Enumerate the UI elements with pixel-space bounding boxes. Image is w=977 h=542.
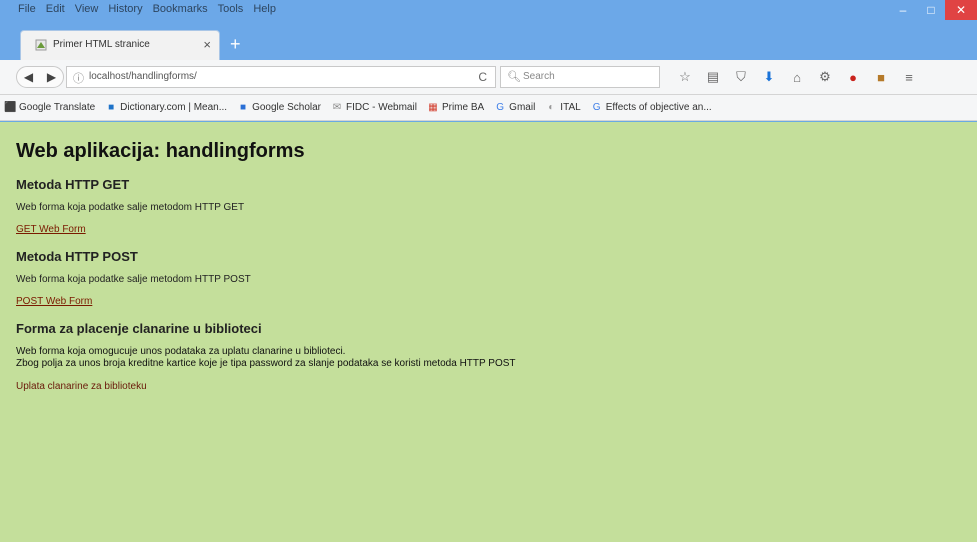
menu-edit[interactable]: Edit [46,3,65,15]
bookmark-item[interactable]: ■ Dictionary.com | Mean... [105,102,227,114]
scholar-icon: ■ [240,101,247,113]
home-icon[interactable]: ⌂ [788,68,806,86]
bookmark-item[interactable]: ◐ ITAL [545,102,580,114]
uplata-clanarine-link[interactable]: Uplata clanarine za biblioteku [16,381,147,392]
google-icon: G [496,101,505,113]
bookmark-label: Prime BA [441,102,485,113]
menu-tools[interactable]: Tools [218,3,244,15]
tab-active[interactable]: Primer HTML stranice × [20,30,220,60]
tab-close-icon[interactable]: × [203,37,211,52]
bookmark-item[interactable]: G Effects of objective an... [591,102,712,114]
dictionary-icon: ■ [108,101,115,113]
menu-bookmarks[interactable]: Bookmarks [153,3,208,15]
navigation-bar: ◀ ▶ ⓘ localhost/handlingforms/ C 🔍︎ Sear… [0,60,977,95]
page-favicon-icon [35,39,47,51]
section-text-line2: Zbog polja za unos broja kreditne kartic… [16,358,516,369]
hamburger-menu-icon[interactable]: ≡ [900,68,918,86]
search-icon: 🔍︎ [507,71,521,83]
bookmark-item[interactable]: ✉ FIDC - Webmail [331,102,417,114]
tab-title: Primer HTML stranice [53,39,150,50]
bookmark-label: Dictionary.com | Mean... [120,102,228,113]
bookmark-item[interactable]: ■ Google Scholar [237,102,321,114]
window-controls: – □ ✕ [889,0,977,20]
google-icon: G [592,101,601,113]
bookmarks-bar: ⬛ Google Translate ■ Dictionary.com | Mean… [0,95,977,121]
section-text-post: Web forma koja podatke salje metodom HTT… [16,274,251,285]
pocket-icon[interactable]: ⛉ [732,68,750,86]
bookmark-item[interactable]: G Gmail [494,102,535,114]
bookmark-item[interactable]: ▦ Prime BA [427,102,484,114]
page-content: Web aplikacija: handlingforms Metoda HTT… [0,122,977,542]
search-input[interactable]: 🔍︎ Search [500,66,660,88]
bookmark-star-icon[interactable]: ☆ [676,68,694,86]
title-bar: File Edit View History Bookmarks Tools H… [0,0,977,22]
back-button[interactable]: ◀ [24,70,33,84]
forward-button[interactable]: ▶ [47,70,56,84]
post-web-form-link[interactable]: POST Web Form [16,296,92,307]
menu-view[interactable]: View [75,3,99,15]
bookmark-label: Effects of objective an... [605,102,712,113]
menu-file[interactable]: File [18,3,36,15]
menu-help[interactable]: Help [253,3,276,15]
browser-window: File Edit View History Bookmarks Tools H… [0,0,977,542]
mail-icon: ✉ [332,101,342,113]
bookmarks-menu-icon[interactable]: ▤ [704,68,722,86]
back-forward-group: ◀ ▶ [16,66,64,88]
bookmark-label: Google Translate [19,102,96,113]
new-tab-button[interactable]: + [230,34,241,55]
minimize-button[interactable]: – [889,0,917,20]
extension-icon[interactable]: ■ [872,68,890,86]
get-web-form-link[interactable]: GET Web Form [16,224,86,235]
addon-icon[interactable]: ⚙ [816,68,834,86]
site-info-icon[interactable]: ⓘ [73,70,84,86]
globe-icon: ◐ [548,101,555,113]
url-text[interactable]: localhost/handlingforms/ [89,71,197,82]
maximize-button[interactable]: □ [917,0,945,20]
section-text-line1: Web forma koja omogucuje unos podataka z… [16,346,346,357]
translate-icon: ⬛ [4,101,17,113]
section-heading-get: Metoda HTTP GET [16,177,130,192]
grid-icon: ▦ [428,101,438,113]
url-bar[interactable]: ⓘ localhost/handlingforms/ C [66,66,496,88]
bookmark-label: FIDC - Webmail [346,102,417,113]
bookmark-item[interactable]: ⬛ Google Translate [4,102,95,114]
bookmark-label: Gmail [509,102,536,113]
tab-strip: Primer HTML stranice × + [0,22,977,60]
menu-bar: File Edit View History Bookmarks Tools H… [18,3,276,15]
search-placeholder: Search [523,71,555,82]
bookmark-label: ITAL [560,102,581,113]
downloads-icon[interactable]: ⬇ [760,68,778,86]
bookmark-label: Google Scholar [252,102,321,113]
section-heading-clanarina: Forma za placenje clanarine u biblioteci [16,321,262,336]
close-window-button[interactable]: ✕ [945,0,977,20]
reload-button[interactable]: C [478,70,487,84]
section-text-clanarina: Web forma koja omogucuje unos podataka z… [16,346,977,370]
adblock-icon[interactable]: ● [844,68,862,86]
page-title: Web aplikacija: handlingforms [16,140,305,162]
section-heading-post: Metoda HTTP POST [16,249,138,264]
menu-history[interactable]: History [108,3,142,15]
section-text-get: Web forma koja podatke salje metodom HTT… [16,202,245,213]
toolbar-icons: ☆ ▤ ⛉ ⬇ ⌂ ⚙ ● ■ ≡ [676,68,918,86]
